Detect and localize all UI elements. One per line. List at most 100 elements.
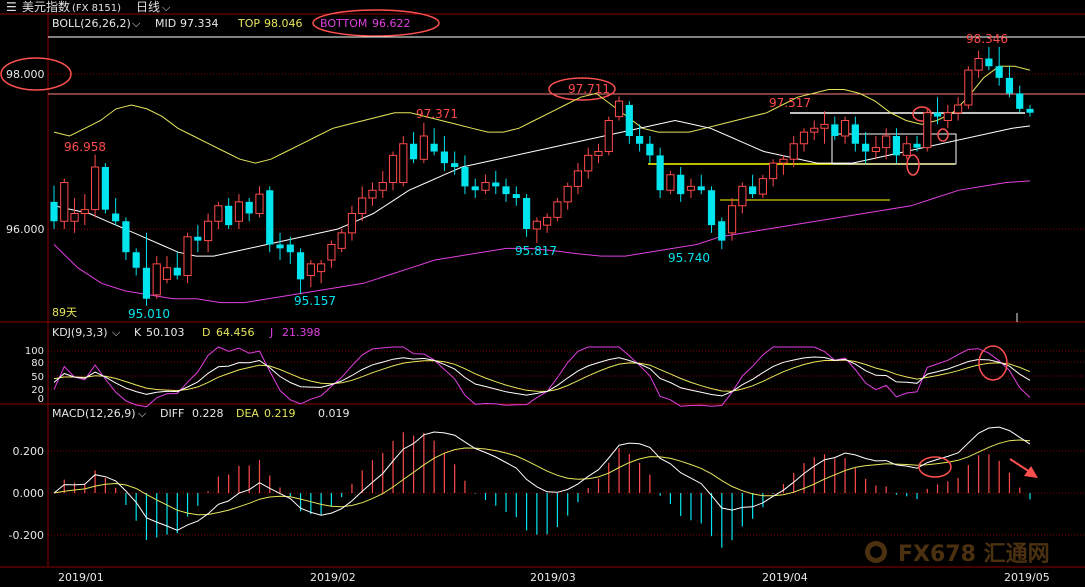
candle-body-60 bbox=[666, 174, 675, 191]
candle-body-22 bbox=[276, 244, 284, 249]
candle-body-21 bbox=[266, 190, 274, 245]
candle-body-58 bbox=[646, 143, 654, 156]
candle-body-88 bbox=[953, 104, 963, 114]
annotation-97517: 97.517 bbox=[769, 96, 811, 110]
menu-icon[interactable]: ☰ bbox=[6, 0, 17, 14]
boll-candlestick-chart[interactable]: ☰ 美元指数 (FX 8151) 日线 ⌵ BOLL(26,26,2) ⌵ MI… bbox=[0, 0, 1085, 587]
date-tick-2019-04: 2019/04 bbox=[762, 571, 808, 584]
kdj-d-label: D bbox=[202, 326, 210, 339]
candle-body-86 bbox=[933, 112, 942, 117]
watermark-text: FX678 汇通网 bbox=[898, 542, 1050, 567]
candle-body-0 bbox=[50, 201, 58, 222]
candle-body-3 bbox=[80, 209, 89, 214]
kdj-tick-0: 0 bbox=[38, 394, 44, 405]
candle-body-13 bbox=[183, 236, 192, 276]
boll-mid-value: 97.334 bbox=[180, 17, 219, 30]
period-selector[interactable]: 日线 bbox=[136, 0, 160, 14]
candle-body-50 bbox=[563, 185, 572, 203]
candle-body-31 bbox=[368, 189, 377, 199]
candle-body-85 bbox=[923, 112, 932, 149]
macd-legend-dropdown-icon[interactable]: ⌵ bbox=[138, 407, 147, 420]
macd-tick-0200: 0.200 bbox=[13, 445, 45, 458]
period-dropdown-icon[interactable]: ⌵ bbox=[162, 1, 171, 14]
annotation-97711: 97.711 bbox=[568, 82, 610, 96]
candle-body-63 bbox=[697, 186, 705, 191]
candle-body-40 bbox=[461, 167, 469, 187]
candle-body-7 bbox=[122, 221, 130, 253]
boll-legend-dropdown-icon[interactable]: ⌵ bbox=[132, 17, 141, 30]
kdj-j-label: J bbox=[269, 326, 273, 339]
candle-body-79 bbox=[862, 143, 870, 152]
period-days-label: 89天 bbox=[52, 306, 77, 319]
annotation-95817: 95.817 bbox=[515, 244, 557, 258]
candle-body-65 bbox=[718, 221, 726, 241]
kdj-tick-100: 100 bbox=[25, 346, 44, 357]
boll-mid-label: MID bbox=[155, 17, 176, 30]
candle-body-61 bbox=[677, 174, 685, 195]
candle-body-54 bbox=[604, 120, 613, 152]
candle-body-38 bbox=[440, 151, 448, 164]
candle-body-30 bbox=[358, 197, 367, 214]
candle-body-28 bbox=[337, 232, 346, 249]
boll-top-value: 98.046 bbox=[264, 17, 303, 30]
candle-body-42 bbox=[481, 182, 490, 191]
annotation-95010: 95.010 bbox=[128, 307, 170, 321]
candle-body-81 bbox=[882, 135, 891, 149]
candle-body-78 bbox=[851, 124, 859, 144]
annotation-95157: 95.157 bbox=[294, 294, 336, 308]
candle-body-93 bbox=[1005, 77, 1014, 94]
kdj-legend-dropdown-icon[interactable]: ⌵ bbox=[112, 326, 121, 339]
kdj-k-label: K bbox=[134, 326, 142, 339]
candle-body-25 bbox=[306, 263, 315, 276]
candle-body-73 bbox=[799, 131, 809, 145]
candle-body-82 bbox=[892, 136, 901, 156]
macd-dea-label: DEA bbox=[236, 407, 259, 420]
annotation-98346: 98.346 bbox=[966, 32, 1008, 46]
candle-body-66 bbox=[727, 205, 737, 234]
candle-body-51 bbox=[573, 170, 583, 187]
candle-body-18 bbox=[234, 201, 244, 222]
candle-body-71 bbox=[779, 158, 788, 164]
kdj-legend-label: KDJ(9,3,3) bbox=[52, 326, 108, 339]
candle-body-12 bbox=[173, 267, 181, 276]
candle-body-4 bbox=[90, 166, 100, 211]
candle-body-26 bbox=[317, 263, 326, 273]
candle-body-90 bbox=[974, 58, 983, 71]
macd-tick-0000: 0.000 bbox=[13, 487, 45, 500]
kdj-k-value: 50.103 bbox=[146, 326, 185, 339]
candle-body-46 bbox=[522, 198, 531, 229]
macd-diff-label: DIFF bbox=[160, 407, 184, 420]
candle-body-83 bbox=[902, 143, 911, 156]
candle-body-74 bbox=[810, 127, 819, 133]
candle-body-16 bbox=[214, 205, 223, 222]
candle-body-84 bbox=[913, 143, 921, 148]
symbol-code: (FX 8151) bbox=[72, 3, 121, 14]
candle-body-17 bbox=[225, 205, 233, 226]
candle-body-72 bbox=[789, 143, 798, 160]
candle-body-59 bbox=[656, 155, 664, 191]
boll-top-label: TOP bbox=[237, 17, 260, 30]
annotation-95740: 95.740 bbox=[668, 251, 710, 265]
candle-body-80 bbox=[871, 147, 880, 152]
macd-legend-label: MACD(12,26,9) bbox=[52, 407, 136, 420]
candle-body-20 bbox=[255, 193, 264, 214]
candle-body-45 bbox=[512, 194, 520, 198]
candle-body-48 bbox=[543, 216, 552, 226]
candle-body-24 bbox=[296, 252, 305, 280]
candle-body-47 bbox=[532, 220, 541, 230]
candle-body-8 bbox=[132, 252, 140, 268]
candle-body-6 bbox=[112, 213, 120, 222]
candle-body-49 bbox=[553, 201, 562, 218]
candle-body-69 bbox=[758, 178, 767, 195]
candle-body-14 bbox=[194, 236, 202, 241]
date-tick-2019-03: 2019/03 bbox=[530, 571, 576, 584]
candle-body-43 bbox=[492, 182, 500, 187]
candle-body-1 bbox=[60, 182, 69, 222]
candle-body-29 bbox=[347, 213, 357, 234]
candle-body-56 bbox=[625, 105, 633, 136]
boll-bottom-value: 96.622 bbox=[372, 17, 411, 30]
kdj-d-value: 64.456 bbox=[216, 326, 255, 339]
kdj-tick-50: 50 bbox=[31, 372, 44, 383]
chart-background bbox=[0, 0, 1085, 587]
candle-body-2 bbox=[70, 213, 79, 222]
